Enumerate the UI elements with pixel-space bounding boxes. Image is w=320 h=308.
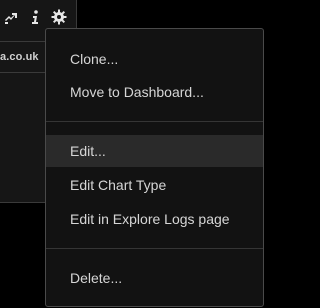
menu-item-edit[interactable]: Edit... bbox=[46, 135, 263, 167]
info-icon[interactable] bbox=[26, 8, 44, 26]
settings-dropdown-menu: Clone... Move to Dashboard... Edit... Ed… bbox=[45, 28, 264, 307]
pin-icon[interactable] bbox=[2, 8, 20, 26]
widget-toolbar bbox=[2, 8, 68, 26]
menu-item-edit-in-explore-logs[interactable]: Edit in Explore Logs page bbox=[46, 203, 263, 235]
gear-icon[interactable] bbox=[50, 8, 68, 26]
menu-separator bbox=[46, 248, 263, 249]
menu-item-clone[interactable]: Clone... bbox=[46, 43, 263, 75]
menu-separator bbox=[46, 121, 263, 122]
menu-item-delete[interactable]: Delete... bbox=[46, 262, 263, 294]
menu-item-edit-chart-type[interactable]: Edit Chart Type bbox=[46, 169, 263, 201]
menu-item-move-to-dashboard[interactable]: Move to Dashboard... bbox=[46, 76, 263, 108]
